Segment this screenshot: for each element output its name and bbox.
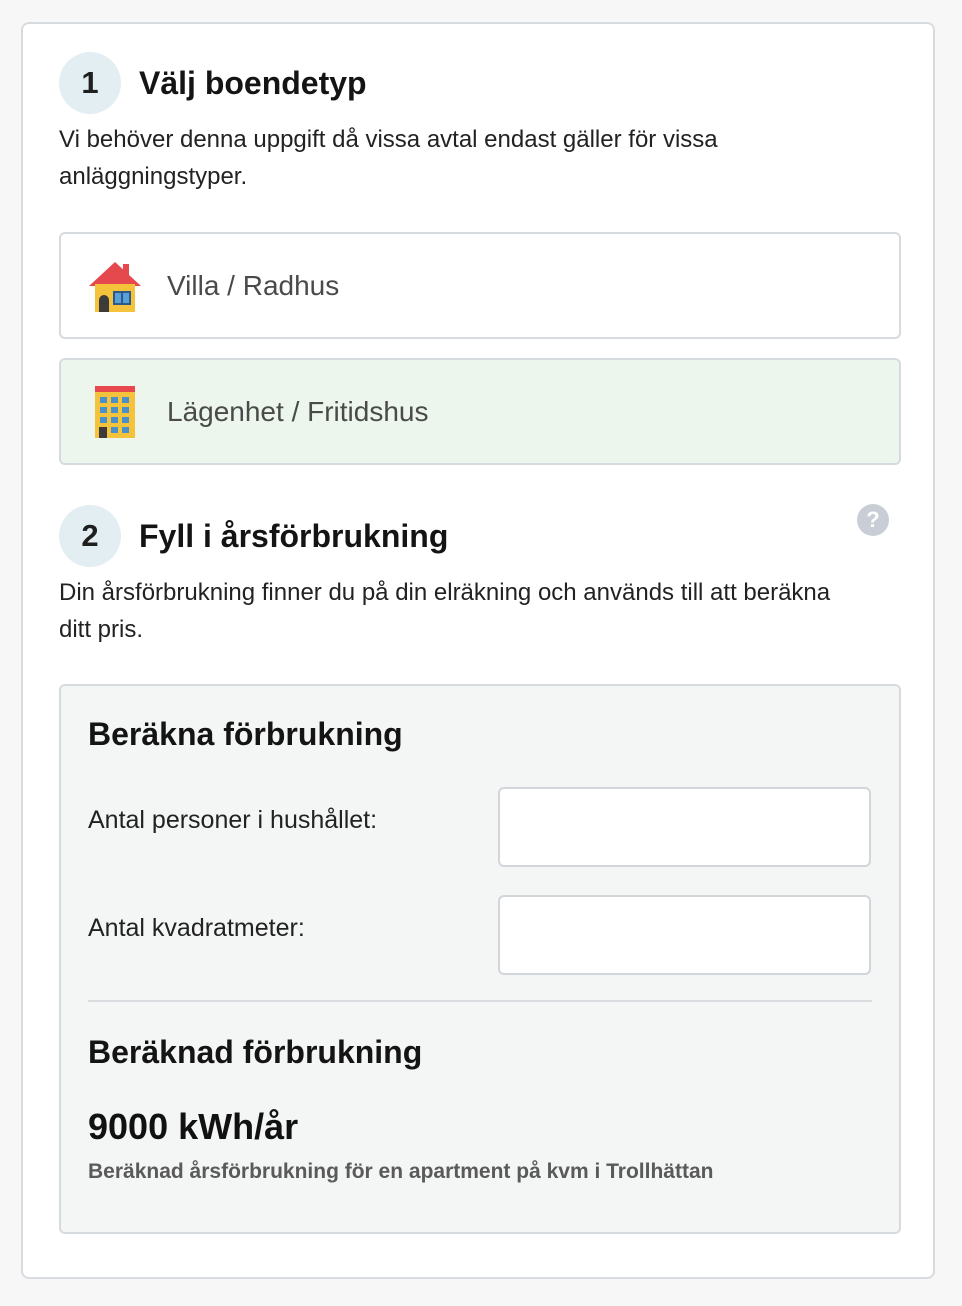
divider: [88, 1000, 872, 1002]
area-input[interactable]: [498, 895, 871, 975]
house-icon: [83, 254, 147, 318]
step-2-number: 2: [59, 505, 121, 567]
result-value: 9000 kWh/år: [88, 1106, 299, 1147]
step-1-description: Vi behöver denna uppgift då vissa avtal …: [59, 126, 718, 190]
option-villa-radhus[interactable]: Villa / Radhus: [59, 232, 901, 339]
housing-form-card: 1 Välj boendetyp Vi behöver denna uppgif…: [21, 22, 935, 1279]
result-note: Beräknad årsförbrukning för en apartment…: [88, 1160, 714, 1183]
option-villa-label: Villa / Radhus: [167, 269, 340, 301]
area-label: Antal kvadratmeter:: [88, 914, 305, 942]
step-2-header: 2 Fyll i årsförbrukning: [59, 505, 448, 567]
step-2-title: Fyll i årsförbrukning: [139, 517, 449, 554]
option-lagenhet-fritidshus[interactable]: Lägenhet / Fritidshus: [59, 358, 901, 465]
option-lagenhet-label: Lägenhet / Fritidshus: [167, 395, 429, 427]
consumption-calculator: Beräkna förbrukning Antal personer i hus…: [59, 684, 901, 1234]
apartment-building-icon: [83, 380, 147, 444]
step-1-title: Välj boendetyp: [139, 64, 367, 101]
persons-input[interactable]: [498, 787, 871, 867]
result-title: Beräknad förbrukning: [88, 1034, 423, 1070]
step-2-description: Din årsförbrukning finner du på din elrä…: [59, 579, 831, 643]
step-1-number: 1: [59, 52, 121, 114]
calculator-title: Beräkna förbrukning: [88, 716, 403, 752]
persons-label: Antal personer i hushållet:: [88, 806, 378, 834]
help-icon[interactable]: ?: [857, 504, 889, 536]
step-1-header: 1 Välj boendetyp: [59, 52, 367, 114]
